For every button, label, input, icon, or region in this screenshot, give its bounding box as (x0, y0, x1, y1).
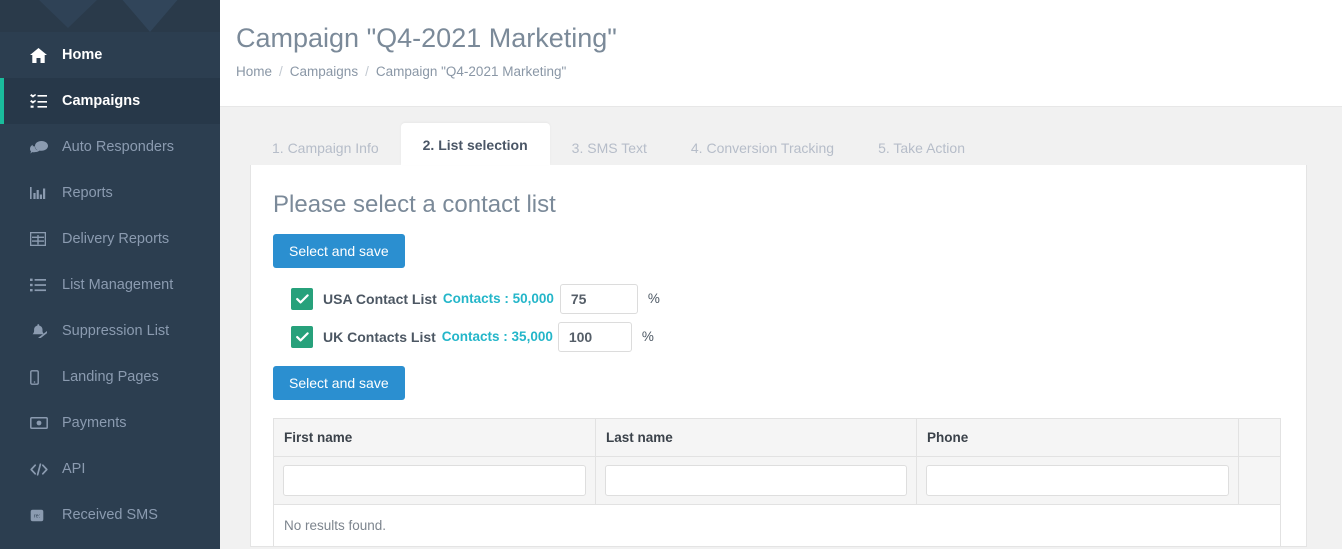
list-selection-panel: Please select a contact list Select and … (250, 165, 1307, 547)
tab-sms-text[interactable]: 3. SMS Text (550, 129, 669, 165)
sidebar-item-list-management[interactable]: List Management (0, 262, 220, 308)
sidebar-item-delivery-reports[interactable]: Delivery Reports (0, 216, 220, 262)
tab-take-action[interactable]: 5. Take Action (856, 129, 987, 165)
tasks-icon (30, 94, 54, 108)
column-header-actions (1238, 417, 1281, 457)
sidebar-item-label: Received SMS (62, 506, 158, 523)
content-area: 1. Campaign Info 2. List selection 3. SM… (220, 107, 1342, 549)
breadcrumb: Home / Campaigns / Campaign "Q4-2021 Mar… (236, 64, 1342, 79)
mobile-icon (30, 369, 54, 385)
sidebar-item-label: List Management (62, 276, 174, 293)
sidebar-item-payments[interactable]: Payments (0, 400, 220, 446)
breadcrumb-item-current: Campaign "Q4-2021 Marketing" (375, 64, 567, 80)
sidebar-item-suppression-list[interactable]: Suppression List (0, 308, 220, 354)
filter-cell-first-name (273, 455, 596, 505)
sidebar-item-reports[interactable]: Reports (0, 170, 220, 216)
sidebar-item-label: Landing Pages (62, 368, 159, 385)
breadcrumb-separator: / (365, 64, 369, 80)
list-icon (30, 278, 54, 292)
sidebar-brand-header (0, 0, 220, 32)
contact-list-name: UK Contacts List (323, 328, 436, 345)
table-empty-row: No results found. (273, 503, 1281, 546)
percent-input-uk[interactable] (557, 321, 632, 352)
sidebar-item-auto-responders[interactable]: Auto Responders (0, 124, 220, 170)
sidebar-item-label: Suppression List (62, 322, 170, 339)
page-title: Campaign "Q4-2021 Marketing" (236, 23, 617, 53)
contacts-table-head: First name Last name Phone (273, 417, 1281, 457)
panel-title: Please select a contact list (273, 191, 556, 218)
sidebar-item-label: API (62, 460, 86, 477)
code-icon (30, 462, 54, 476)
home-icon (30, 47, 54, 63)
percent-symbol: % (641, 329, 654, 345)
svg-text:re:: re: (34, 513, 40, 519)
filter-cell-phone (916, 455, 1239, 505)
comments-icon (30, 140, 54, 155)
bar-chart-icon (30, 186, 54, 200)
sidebar-item-label: Home (62, 46, 103, 63)
tab-list-selection[interactable]: 2. List selection (400, 123, 550, 165)
sidebar-item-api[interactable]: API (0, 446, 220, 492)
contact-list-row: UK Contacts List Contacts : 35,000 % (273, 318, 1284, 356)
sidebar-item-campaigns[interactable]: Campaigns (0, 78, 220, 124)
contact-list-options: USA Contact List Contacts : 50,000 % UK … (273, 280, 1284, 356)
sidebar: Home Campaigns Auto Responders Reports D… (0, 0, 220, 549)
table-icon (30, 232, 54, 246)
percent-input-usa[interactable] (559, 283, 638, 314)
contact-list-name: USA Contact List (323, 290, 437, 307)
select-and-save-bottom-button[interactable]: Select and save (273, 365, 405, 400)
breadcrumb-item-home[interactable]: Home (236, 64, 272, 79)
page-header: Campaign "Q4-2021 Marketing" Home / Camp… (220, 0, 1342, 107)
sidebar-item-label: Payments (62, 414, 127, 431)
sidebar-item-received-sms[interactable]: re: Received SMS (0, 492, 220, 538)
main-region: Campaign "Q4-2021 Marketing" Home / Camp… (220, 0, 1342, 549)
inbox-sms-icon: re: (30, 509, 54, 522)
contact-list-row: USA Contact List Contacts : 50,000 % (273, 280, 1284, 318)
tab-campaign-info[interactable]: 1. Campaign Info (250, 129, 401, 165)
breadcrumb-separator: / (279, 64, 283, 80)
sidebar-item-label: Campaigns (62, 92, 141, 109)
brand-decor-triangle-right (102, 0, 198, 32)
ban-bell-slash-icon (30, 324, 54, 338)
table-header-row: First name Last name Phone (273, 417, 1281, 457)
sidebar-item-label: Reports (62, 184, 113, 201)
no-results-message: No results found. (273, 503, 1281, 546)
app-root: Home Campaigns Auto Responders Reports D… (0, 0, 1342, 549)
sidebar-item-label: Auto Responders (62, 138, 175, 155)
contacts-table-body: No results found. (273, 455, 1281, 546)
contacts-table: First name Last name Phone No results fo… (273, 417, 1281, 546)
filter-cell-actions (1238, 455, 1281, 505)
sidebar-nav: Home Campaigns Auto Responders Reports D… (0, 32, 220, 538)
percent-symbol: % (647, 291, 660, 307)
contact-list-count: Contacts : 50,000 (442, 291, 554, 307)
checkbox-uk-contacts-list[interactable] (291, 325, 313, 348)
sidebar-item-home[interactable]: Home (0, 32, 220, 78)
filter-cell-last-name (595, 455, 917, 505)
wizard-tabs: 1. Campaign Info 2. List selection 3. SM… (250, 123, 1307, 165)
column-header-first-name[interactable]: First name (273, 417, 596, 457)
filter-input-phone[interactable] (926, 464, 1229, 496)
table-filter-row (273, 455, 1281, 505)
checkbox-usa-contact-list[interactable] (291, 287, 313, 310)
tab-conversion-tracking[interactable]: 4. Conversion Tracking (669, 129, 856, 165)
sidebar-item-label: Delivery Reports (62, 230, 170, 247)
sidebar-item-landing-pages[interactable]: Landing Pages (0, 354, 220, 400)
column-header-phone[interactable]: Phone (916, 417, 1239, 457)
filter-input-first-name[interactable] (283, 464, 586, 496)
breadcrumb-item-campaigns[interactable]: Campaigns (290, 64, 358, 79)
column-header-last-name[interactable]: Last name (595, 417, 917, 457)
money-icon (30, 417, 54, 429)
filter-input-last-name[interactable] (605, 464, 907, 496)
select-and-save-top-button[interactable]: Select and save (273, 233, 405, 268)
contact-list-count: Contacts : 35,000 (441, 329, 553, 345)
